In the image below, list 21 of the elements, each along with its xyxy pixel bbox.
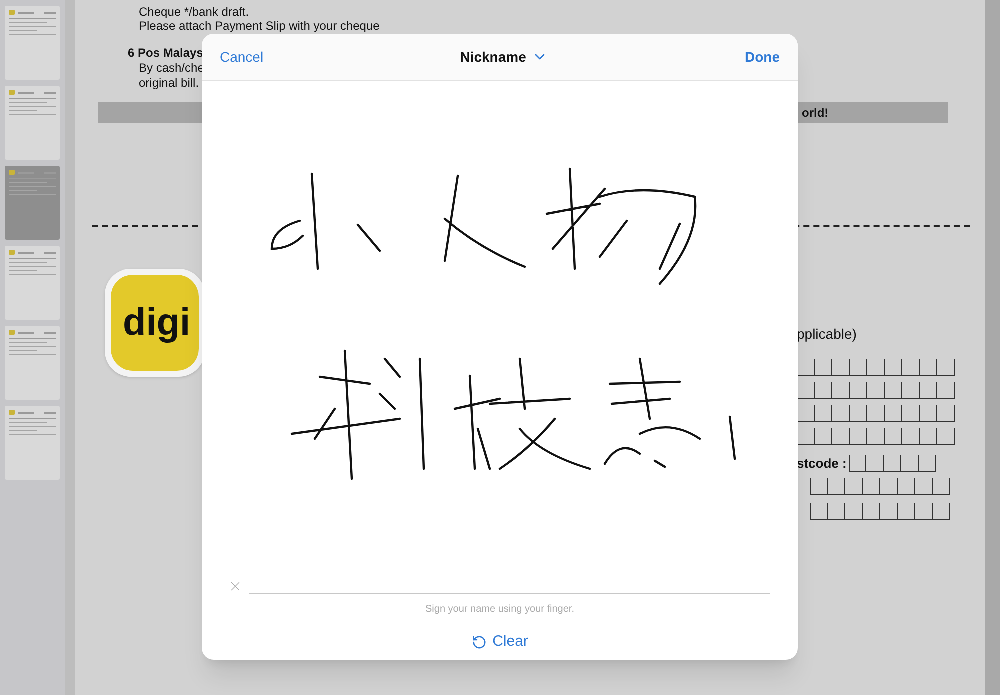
document-text: Cheque */bank draft. xyxy=(139,5,250,19)
form-text: pplicable) xyxy=(797,325,858,343)
page-thumbnail[interactable] xyxy=(5,166,60,240)
banner-text: orld! xyxy=(802,104,829,122)
done-button[interactable]: Done xyxy=(745,46,780,68)
page-thumbnail[interactable] xyxy=(5,6,60,80)
postcode-label: stcode : xyxy=(797,455,847,472)
cancel-button[interactable]: Cancel xyxy=(220,46,264,68)
undo-icon xyxy=(472,634,487,650)
logo-text: digi xyxy=(123,304,191,342)
page-thumbnail[interactable] xyxy=(5,326,60,400)
document-text: original bill. xyxy=(139,76,200,91)
page-thumbnail[interactable] xyxy=(5,86,60,160)
title-dropdown[interactable]: Nickname xyxy=(460,46,548,68)
page-thumbnail[interactable] xyxy=(5,406,60,480)
page-thumbnail[interactable] xyxy=(5,246,60,320)
document-text: Please attach Payment Slip with your cheque xyxy=(139,19,380,33)
clear-button[interactable]: Clear xyxy=(472,631,528,654)
document-text: By cash/che xyxy=(139,61,206,76)
signature-hint: Sign your name using your finger. xyxy=(426,603,574,617)
section-heading: 6 Pos Malays xyxy=(128,46,204,61)
